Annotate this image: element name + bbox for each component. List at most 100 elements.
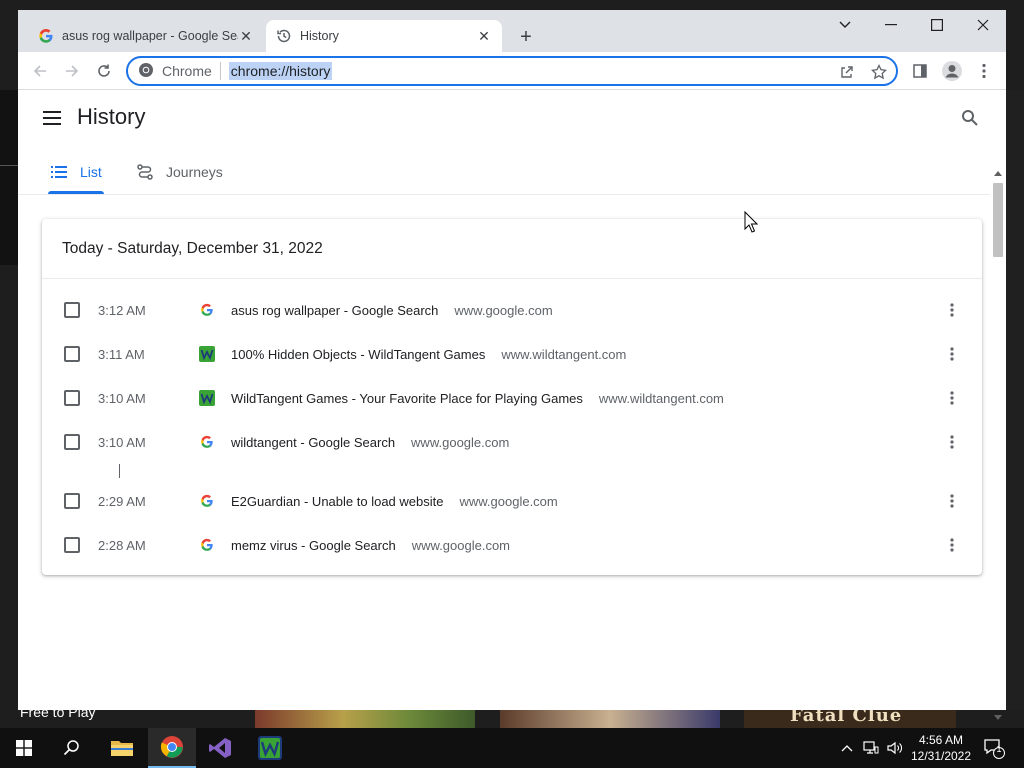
close-icon[interactable]: ✕: [238, 28, 254, 44]
entry-checkbox[interactable]: [64, 390, 80, 406]
scroll-up-arrow-icon[interactable]: [994, 170, 1002, 176]
entry-time: 3:10 AM: [98, 390, 146, 406]
history-tabs: List Journeys: [18, 150, 990, 195]
url-text[interactable]: chrome://history: [228, 62, 333, 80]
page-title: History: [77, 104, 146, 129]
google-icon: [38, 28, 54, 44]
share-icon[interactable]: [836, 61, 858, 83]
entry-checkbox[interactable]: [64, 302, 80, 318]
kebab-menu-icon[interactable]: [970, 57, 998, 85]
more-actions-icon[interactable]: [942, 430, 962, 454]
entry-link[interactable]: memz virus - Google Search www.google.co…: [231, 538, 510, 553]
history-entry[interactable]: 3:11 AM 100% Hidden Objects - WildTangen…: [42, 332, 982, 376]
search-icon: [63, 740, 79, 756]
entry-link[interactable]: wildtangent - Google Search www.google.c…: [231, 435, 509, 450]
windows-logo-icon: [16, 740, 32, 756]
back-button[interactable]: [26, 57, 54, 85]
more-actions-icon[interactable]: [942, 533, 962, 557]
tab-asus-rog-wallpaper[interactable]: asus rog wallpaper - Google Search ✕: [28, 20, 264, 52]
tab-search-button[interactable]: [822, 10, 868, 40]
entry-checkbox[interactable]: [64, 434, 80, 450]
background-app-sidebar: [0, 90, 18, 265]
toolbar: Chrome chrome://history: [18, 52, 1006, 90]
taskbar-chrome[interactable]: [148, 728, 196, 768]
search-icon[interactable]: [958, 106, 982, 130]
new-tab-button[interactable]: +: [514, 25, 538, 49]
google-icon: [199, 537, 215, 553]
entry-title: 100% Hidden Objects - WildTangent Games: [231, 346, 486, 362]
entry-domain: www.google.com: [459, 493, 558, 509]
entry-time: 3:12 AM: [98, 302, 146, 318]
show-hidden-icons-button[interactable]: [838, 728, 856, 768]
more-actions-icon[interactable]: [942, 489, 962, 513]
start-button[interactable]: [0, 728, 48, 768]
address-bar[interactable]: Chrome chrome://history: [126, 56, 898, 86]
entry-domain: www.google.com: [411, 434, 510, 450]
tab-history[interactable]: History ✕: [266, 20, 502, 52]
more-actions-icon[interactable]: [942, 386, 962, 410]
minimize-button[interactable]: [868, 10, 914, 40]
tab-title: asus rog wallpaper - Google Search: [62, 29, 238, 43]
entry-title: wildtangent - Google Search: [231, 434, 396, 450]
history-card: Today - Saturday, December 31, 2022 3:12…: [42, 219, 982, 575]
mouse-cursor-icon: [744, 210, 759, 238]
reload-button[interactable]: [90, 57, 118, 85]
background-app-edge: [1006, 90, 1024, 710]
more-actions-icon[interactable]: [942, 298, 962, 322]
entry-domain: www.google.com: [454, 302, 553, 318]
history-entry[interactable]: 2:28 AM memz virus - Google Search www.g…: [42, 523, 982, 567]
tab-strip: asus rog wallpaper - Google Search ✕ His…: [18, 10, 1006, 52]
hamburger-menu-icon[interactable]: [40, 106, 64, 130]
entry-link[interactable]: WildTangent Games - Your Favorite Place …: [231, 391, 724, 406]
taskbar-clock[interactable]: 4:56 AM 12/31/2022: [906, 732, 976, 764]
chrome-window: asus rog wallpaper - Google Search ✕ His…: [18, 10, 1006, 710]
entry-link[interactable]: E2Guardian - Unable to load website www.…: [231, 494, 558, 509]
network-icon[interactable]: [860, 728, 882, 768]
tab-list-label: List: [80, 164, 102, 180]
action-center-button[interactable]: 1: [980, 728, 1008, 768]
history-entry[interactable]: 3:10 AM WildTangent Games - Your Favorit…: [42, 376, 982, 420]
entry-title: WildTangent Games - Your Favorite Place …: [231, 390, 583, 406]
tab-journeys-label: Journeys: [166, 164, 223, 180]
site-info-chip[interactable]: Chrome: [128, 62, 212, 81]
journeys-icon: [136, 163, 154, 181]
entry-title: asus rog wallpaper - Google Search: [231, 302, 439, 318]
entry-title: E2Guardian - Unable to load website: [231, 493, 444, 509]
google-icon: [199, 302, 215, 318]
history-entry[interactable]: 2:29 AM E2Guardian - Unable to load webs…: [42, 479, 982, 523]
taskbar-visual-studio[interactable]: [196, 728, 244, 768]
close-window-button[interactable]: [960, 10, 1006, 40]
entry-domain: www.google.com: [411, 537, 511, 553]
close-icon[interactable]: ✕: [476, 28, 492, 44]
entry-time: 2:28 AM: [98, 537, 146, 553]
clock-date: 12/31/2022: [910, 749, 972, 763]
taskbar-wildtangent[interactable]: [246, 728, 294, 768]
entry-title: memz virus - Google Search: [231, 537, 396, 553]
entry-link[interactable]: asus rog wallpaper - Google Search www.g…: [231, 303, 553, 318]
taskbar-file-explorer[interactable]: [98, 728, 146, 768]
bookmark-star-icon[interactable]: [868, 61, 890, 83]
entry-checkbox[interactable]: [64, 346, 80, 362]
google-icon: [199, 493, 215, 509]
side-panel-button[interactable]: [906, 57, 934, 85]
tab-journeys[interactable]: Journeys: [136, 160, 223, 184]
profile-avatar[interactable]: [938, 57, 966, 85]
background-game-tile: [500, 710, 720, 728]
entry-time: 3:10 AM: [98, 434, 146, 450]
volume-icon[interactable]: [884, 728, 906, 768]
forward-button[interactable]: [58, 57, 86, 85]
maximize-button[interactable]: [914, 10, 960, 40]
entry-link[interactable]: 100% Hidden Objects - WildTangent Games …: [231, 347, 626, 362]
taskbar-search-button[interactable]: [48, 728, 96, 768]
entry-checkbox[interactable]: [64, 493, 80, 509]
more-actions-icon[interactable]: [942, 342, 962, 366]
visual-studio-icon: [209, 738, 231, 758]
wildtangent-icon: [258, 736, 282, 760]
background-game-tile: [255, 710, 475, 728]
history-entry[interactable]: 3:12 AM asus rog wallpaper - Google Sear…: [42, 288, 982, 332]
history-entry[interactable]: 3:10 AM wildtangent - Google Search www.…: [42, 420, 982, 464]
scrollbar-thumb[interactable]: [993, 183, 1003, 257]
scroll-down-arrow-icon[interactable]: [994, 715, 1002, 721]
entry-checkbox[interactable]: [64, 537, 80, 553]
tab-list[interactable]: List: [50, 160, 102, 184]
